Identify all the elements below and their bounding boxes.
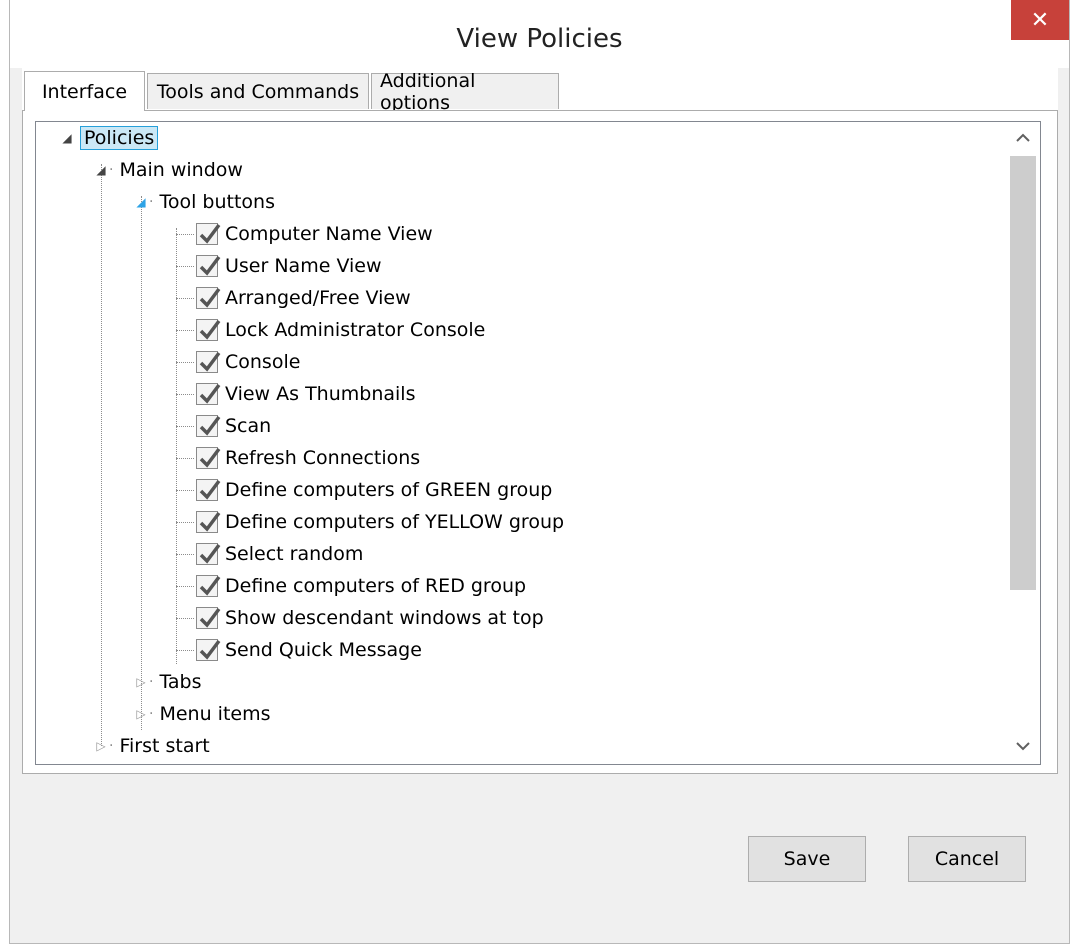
vertical-scrollbar[interactable] — [1006, 122, 1040, 764]
title-bar: View Policies ✕ — [10, 0, 1069, 68]
scroll-thumb[interactable] — [1010, 156, 1036, 590]
tree-item-checkbox-row[interactable]: Select random — [176, 538, 366, 570]
tree-connector — [176, 233, 194, 235]
tree-connector — [176, 489, 194, 491]
tree-item-label: Scan — [225, 415, 272, 437]
tree-item-checkbox-row[interactable]: View As Thumbnails — [176, 378, 418, 410]
tree-connector — [176, 393, 194, 395]
checkbox-icon[interactable] — [196, 255, 221, 277]
close-button[interactable]: ✕ — [1011, 0, 1069, 40]
tree-item-checkbox-row[interactable]: Define computers of GREEN group — [176, 474, 555, 506]
tree-item-label: Select random — [225, 543, 364, 565]
view-policies-window: View Policies ✕ Interface Tools and Comm… — [9, 0, 1070, 944]
tree-connector — [176, 585, 194, 587]
tree-node-label: Tool buttons — [159, 191, 275, 213]
tree-node-label: Policies — [80, 126, 159, 150]
tree-item-label: View As Thumbnails — [225, 383, 416, 405]
tab-label: Interface — [41, 80, 128, 103]
tree-item-checkbox-row[interactable]: Console — [176, 346, 303, 378]
checkbox-icon[interactable] — [196, 543, 221, 565]
tree-node-label: First start — [119, 735, 210, 757]
tab-label: Additional options — [380, 69, 476, 114]
expanded-arrow-icon[interactable]: ◢ — [134, 195, 148, 209]
tree-connector — [176, 361, 194, 363]
tree-item-checkbox-row[interactable]: Scan — [176, 410, 274, 442]
interface-tab-page: ◢ Policies ◢ · Main window ◢ · Tool butt… — [22, 110, 1058, 774]
tree-node-label: Tabs — [159, 671, 202, 693]
tree-node-label: Menu items — [159, 703, 271, 725]
tab-additional-options[interactable]: Additional options — [371, 70, 559, 114]
tree-item-checkbox-row[interactable]: Send Quick Message — [176, 634, 425, 666]
tree-item-checkbox-row[interactable]: Computer Name View — [176, 218, 436, 250]
tab-interface[interactable]: Interface — [24, 71, 145, 111]
checkbox-icon[interactable] — [196, 479, 221, 501]
tree-item-checkbox-row[interactable]: Refresh Connections — [176, 442, 423, 474]
checkbox-icon[interactable] — [196, 639, 221, 661]
tree-connector — [176, 329, 194, 331]
tree-node-policies[interactable]: ◢ Policies — [60, 122, 159, 154]
close-icon: ✕ — [1030, 7, 1050, 33]
tree-item-label: Computer Name View — [225, 223, 433, 245]
scroll-down-icon[interactable] — [1006, 730, 1040, 762]
tree-connector — [176, 457, 194, 459]
tree-connector — [176, 297, 194, 299]
tree-item-checkbox-row[interactable]: Show descendant windows at top — [176, 602, 547, 634]
tree-node-tool-buttons[interactable]: ◢ · Tool buttons — [134, 186, 278, 218]
tree-node-main-window[interactable]: ◢ · Main window — [94, 154, 246, 186]
checkbox-icon[interactable] — [196, 383, 221, 405]
collapsed-arrow-icon[interactable]: ▷ — [134, 707, 148, 721]
tree-item-checkbox-row[interactable]: Lock Administrator Console — [176, 314, 488, 346]
tree-item-checkbox-row[interactable]: Arranged/Free View — [176, 282, 414, 314]
tree-item-checkbox-row[interactable]: User Name View — [176, 250, 385, 282]
tree-connector — [176, 425, 194, 427]
tree-guide-line — [141, 196, 142, 730]
tree-item-label: Define computers of GREEN group — [225, 479, 553, 501]
cancel-button[interactable]: Cancel — [908, 836, 1026, 882]
checkbox-icon[interactable] — [196, 607, 221, 629]
tab-label: Tools and Commands — [156, 80, 360, 103]
checkbox-icon[interactable] — [196, 447, 221, 469]
tree-connector — [176, 521, 194, 523]
tree-node-menu-items[interactable]: ▷ · Menu items — [134, 698, 273, 730]
scroll-up-icon[interactable] — [1006, 122, 1040, 154]
tree-item-label: User Name View — [225, 255, 382, 277]
tree-item-label: Refresh Connections — [225, 447, 421, 469]
checkbox-icon[interactable] — [196, 351, 221, 373]
tree-guide-line — [101, 164, 102, 746]
checkbox-icon[interactable] — [196, 223, 221, 245]
collapsed-arrow-icon[interactable]: ▷ — [94, 739, 108, 753]
tree-connector — [176, 265, 194, 267]
window-title: View Policies — [456, 24, 623, 54]
checkbox-icon[interactable] — [196, 575, 221, 597]
tree-node-first-start[interactable]: ▷ · First start — [94, 730, 213, 762]
collapsed-arrow-icon[interactable]: ▷ — [134, 675, 148, 689]
checkbox-icon[interactable] — [196, 415, 221, 437]
checkbox-icon[interactable] — [196, 511, 221, 533]
tree-item-checkbox-row[interactable]: Define computers of RED group — [176, 570, 529, 602]
tab-tools-and-commands[interactable]: Tools and Commands — [147, 73, 369, 109]
checkbox-icon[interactable] — [196, 319, 221, 341]
tree-item-label: Send Quick Message — [225, 639, 422, 661]
tree-item-label: Arranged/Free View — [225, 287, 411, 309]
tree-connector — [176, 649, 194, 651]
save-button[interactable]: Save — [748, 836, 866, 882]
tree-node-label: Main window — [119, 159, 243, 181]
tree-item-checkbox-row[interactable]: Define computers of YELLOW group — [176, 506, 567, 538]
tree-connector — [176, 553, 194, 555]
tree-item-label: Show descendant windows at top — [225, 607, 544, 629]
expanded-arrow-icon[interactable]: ◢ — [94, 163, 108, 177]
tree-item-label: Console — [225, 351, 301, 373]
expanded-arrow-icon[interactable]: ◢ — [60, 131, 74, 145]
checkbox-icon[interactable] — [196, 287, 221, 309]
tree-connector — [176, 617, 194, 619]
tree-item-label: Define computers of YELLOW group — [225, 511, 565, 533]
tab-control: Interface Tools and Commands Additional … — [22, 68, 1058, 774]
tree-item-label: Define computers of RED group — [225, 575, 527, 597]
policy-tree[interactable]: ◢ Policies ◢ · Main window ◢ · Tool butt… — [35, 121, 1041, 765]
tree-item-label: Lock Administrator Console — [225, 319, 486, 341]
tree-node-tabs[interactable]: ▷ · Tabs — [134, 666, 205, 698]
